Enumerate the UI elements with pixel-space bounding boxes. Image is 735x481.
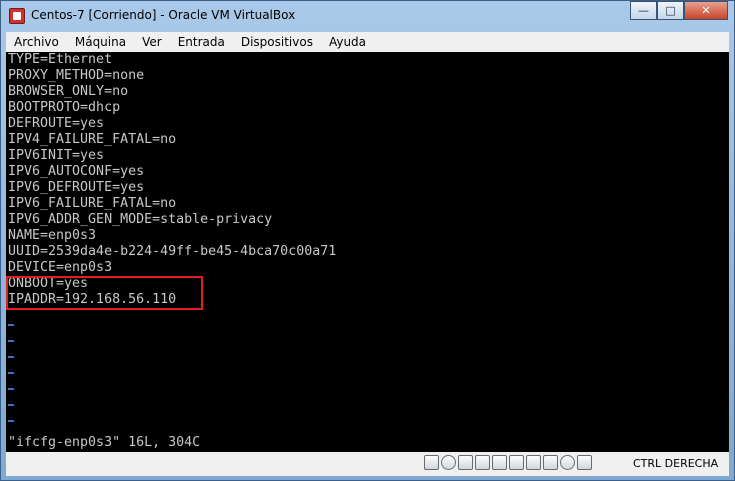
empty-line-marker — [8, 388, 14, 390]
terminal-line: BOOTPROTO=dhcp — [8, 100, 121, 115]
minimize-button[interactable]: — — [630, 1, 657, 20]
vm-screen[interactable]: TYPE=Ethernet PROXY_METHOD=none BROWSER_… — [6, 52, 729, 452]
terminal-line: DEVICE=enp0s3 — [8, 260, 113, 275]
host-key-arrow-icon[interactable] — [577, 455, 592, 470]
host-key-label: CTRL DERECHA — [633, 457, 719, 470]
audio-icon[interactable] — [458, 455, 473, 470]
close-button[interactable]: ✕ — [684, 1, 728, 20]
menu-dispositivos[interactable]: Dispositivos — [233, 35, 321, 49]
empty-line-marker — [8, 372, 14, 374]
window-title: Centos-7 [Corriendo] - Oracle VM Virtual… — [31, 8, 296, 22]
menu-maquina[interactable]: Máquina — [67, 35, 134, 49]
maximize-button[interactable]: □ — [657, 1, 684, 20]
terminal-line: IPV6_FAILURE_FATAL=no — [8, 196, 177, 211]
terminal-line: BROWSER_ONLY=no — [8, 84, 129, 99]
title-bar[interactable]: Centos-7 [Corriendo] - Oracle VM Virtual… — [1, 1, 734, 31]
minimize-icon: — — [638, 4, 649, 17]
virtualbox-app-icon — [9, 8, 25, 24]
shared-folder-icon[interactable] — [509, 455, 524, 470]
menu-archivo[interactable]: Archivo — [6, 35, 67, 49]
empty-line-marker — [8, 324, 14, 326]
display-icon[interactable] — [526, 455, 541, 470]
terminal-line: TYPE=Ethernet — [8, 52, 113, 67]
usb-icon[interactable] — [492, 455, 507, 470]
menu-ayuda[interactable]: Ayuda — [321, 35, 374, 49]
virtualbox-window: Centos-7 [Corriendo] - Oracle VM Virtual… — [0, 0, 735, 481]
menu-bar: Archivo Máquina Ver Entrada Dispositivos… — [6, 32, 729, 52]
optical-drive-icon[interactable] — [441, 455, 456, 470]
menu-ver[interactable]: Ver — [134, 35, 170, 49]
storage-icon[interactable] — [424, 455, 439, 470]
empty-line-marker — [8, 404, 14, 406]
status-bar: CTRL DERECHA — [6, 452, 729, 476]
terminal-line: PROXY_METHOD=none — [8, 68, 145, 83]
vi-status-line: "ifcfg-enp0s3" 16L, 304C — [8, 435, 201, 450]
empty-line-marker — [8, 340, 14, 342]
empty-line-marker — [8, 356, 14, 358]
terminal-line: NAME=enp0s3 — [8, 228, 97, 243]
maximize-icon: □ — [665, 4, 676, 17]
empty-line-marker — [8, 420, 14, 422]
terminal-line: IPV4_FAILURE_FATAL=no — [8, 132, 177, 147]
menu-entrada[interactable]: Entrada — [170, 35, 233, 49]
highlight-box — [6, 276, 203, 310]
close-icon: ✕ — [701, 4, 711, 17]
terminal-line: IPV6INIT=yes — [8, 148, 105, 163]
terminal-line: DEFROUTE=yes — [8, 116, 105, 131]
terminal-line: UUID=2539da4e-b224-49ff-be45-4bca70c00a7… — [8, 244, 337, 259]
mouse-integration-icon[interactable] — [560, 455, 575, 470]
terminal-line: IPV6_ADDR_GEN_MODE=stable-privacy — [8, 212, 273, 227]
terminal-line: IPV6_DEFROUTE=yes — [8, 180, 145, 195]
recording-icon[interactable] — [543, 455, 558, 470]
terminal-line: IPV6_AUTOCONF=yes — [8, 164, 145, 179]
network-icon[interactable] — [475, 455, 490, 470]
